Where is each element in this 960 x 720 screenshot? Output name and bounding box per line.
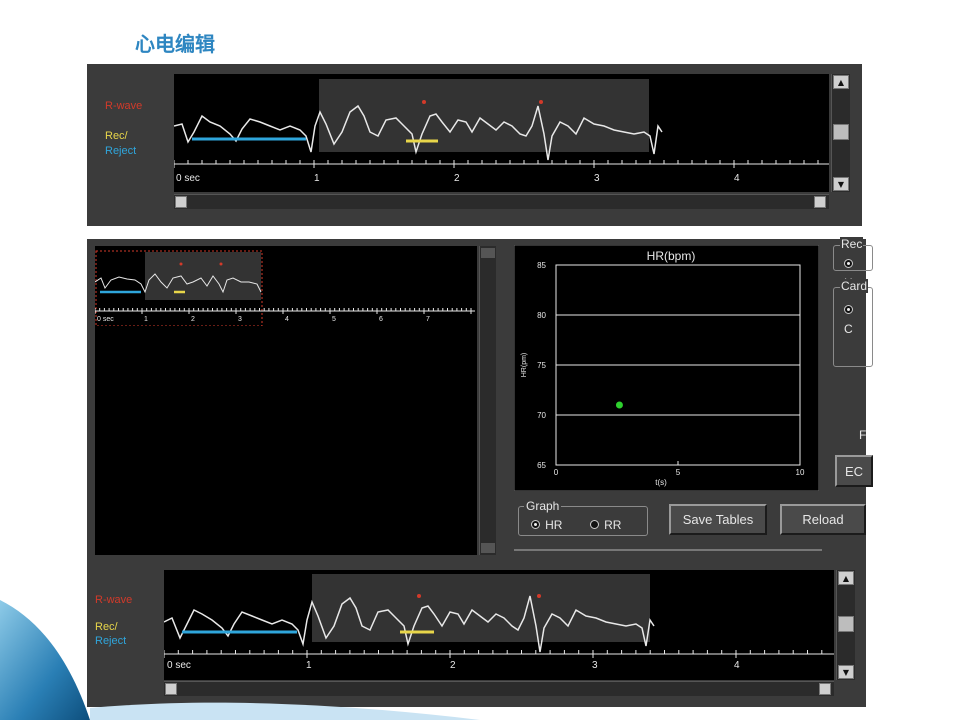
divider: [514, 549, 822, 551]
top-ecg-vscroll[interactable]: ▲ ▼: [831, 74, 850, 192]
scroll-down-button[interactable]: ▼: [838, 665, 854, 679]
ec-button[interactable]: EC: [835, 455, 873, 487]
slide-decoration: [0, 600, 480, 720]
rec-label: Rec/: [105, 130, 128, 142]
tick-label: 1: [314, 173, 320, 184]
x-tick-label: 5: [676, 468, 681, 477]
card-group-label: Card: [840, 279, 869, 293]
bottom-ecg-vscroll[interactable]: ▲ ▼: [836, 570, 855, 680]
y-tick-label: 80: [537, 311, 546, 320]
param-label: F: [859, 428, 867, 442]
tick-label: 2: [191, 316, 195, 323]
top-ecg-panel: R-wave Rec/ Reject 0 sec 1 2 3 4 ▲ ▼: [87, 64, 862, 226]
overview-area[interactable]: 0 sec 1 2 3 4 5 6 7: [94, 246, 477, 555]
tick-label: 4: [734, 660, 740, 671]
y-tick-label: 75: [537, 361, 546, 370]
tick-label: 2: [454, 173, 460, 184]
scroll-down-button[interactable]: ▼: [833, 177, 849, 191]
x-axis-label: t(s): [655, 478, 667, 487]
x-tick-label: 10: [796, 468, 805, 477]
tick-label: 5: [332, 316, 336, 323]
scroll-up-button[interactable]: ▲: [833, 75, 849, 89]
r-wave-label: R-wave: [105, 100, 143, 112]
hr-radio[interactable]: HR: [531, 514, 562, 533]
y-axis-label: HR(pm): [521, 353, 528, 378]
hr-chart: HR(bpm) 85 80 75 70 65 0 5 10 t(s) HR(pm): [514, 245, 819, 491]
card-radio[interactable]: C: [844, 299, 866, 337]
r-wave-marker: [537, 594, 541, 598]
scroll-up-button[interactable]: ▲: [838, 571, 854, 585]
tick-label: 3: [238, 316, 242, 323]
scroll-thumb[interactable]: [838, 616, 854, 632]
data-point: [615, 401, 623, 409]
tick-label: 0 sec: [97, 316, 114, 323]
tick-label: 4: [734, 173, 740, 184]
selection-region: [319, 79, 649, 152]
tick-label: 3: [594, 173, 600, 184]
tick-label: 0 sec: [176, 173, 200, 184]
rr-radio[interactable]: RR: [590, 514, 621, 533]
chart-title: HR(bpm): [647, 249, 696, 263]
tick-label: 3: [592, 660, 598, 671]
overview-vscroll[interactable]: [479, 246, 496, 555]
r-wave-marker: [539, 100, 543, 104]
save-tables-button[interactable]: Save Tables: [669, 504, 767, 535]
reload-button[interactable]: Reload: [780, 504, 866, 535]
rec-group-label: Rec: [840, 237, 864, 251]
graph-group-label: Graph: [524, 499, 562, 513]
top-ecg-hscroll[interactable]: [174, 194, 829, 209]
overview-thumbnail[interactable]: 0 sec 1 2 3 4 5 6 7: [94, 246, 477, 327]
y-tick-label: 70: [537, 411, 546, 420]
scroll-thumb[interactable]: [833, 124, 849, 140]
scroll-right-button[interactable]: [814, 196, 826, 208]
tick-label: 1: [144, 316, 148, 323]
tick-label: 6: [379, 316, 383, 323]
y-tick-label: 85: [537, 261, 546, 270]
x-tick-label: 0: [554, 468, 559, 477]
tick-label: 7: [426, 316, 430, 323]
scroll-right-button[interactable]: [819, 683, 831, 695]
tick-label: 4: [285, 316, 289, 323]
y-tick-label: 65: [537, 461, 546, 470]
r-wave-marker: [422, 100, 426, 104]
top-ecg-canvas[interactable]: 0 sec 1 2 3 4: [174, 74, 829, 192]
scroll-left-button[interactable]: [175, 196, 187, 208]
scroll-down-button[interactable]: [481, 543, 495, 553]
scroll-up-button[interactable]: [481, 248, 495, 258]
reject-label: Reject: [105, 145, 137, 157]
page-title: 心电编辑: [135, 32, 215, 56]
